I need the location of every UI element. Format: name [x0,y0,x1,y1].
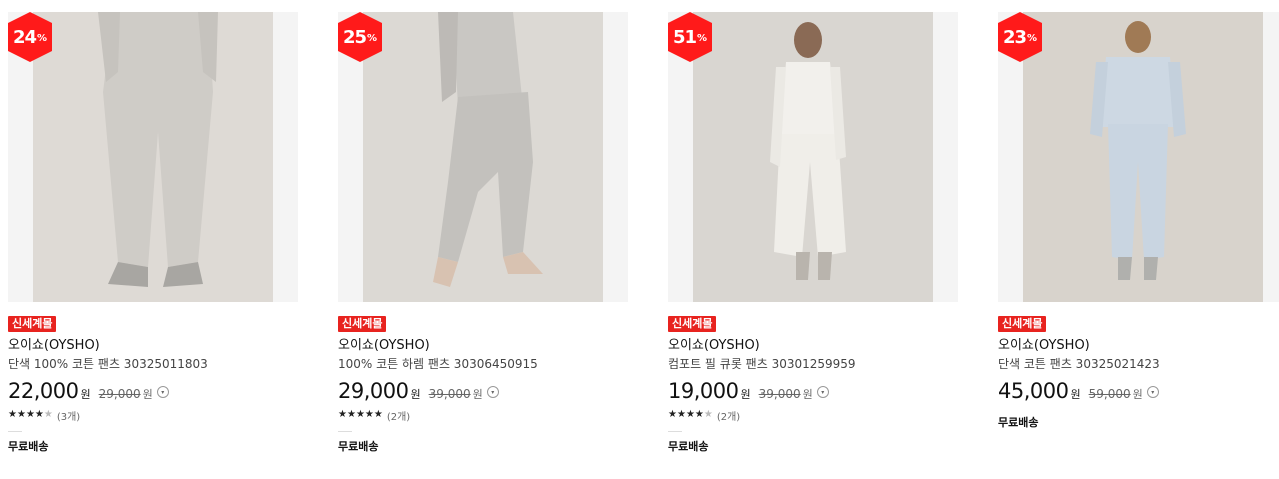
star-rating: ★ ★ ★ ★ ★ [338,410,383,420]
product-name[interactable]: 컴포트 필 큐롯 팬츠 30301259959 [668,357,958,372]
product-name[interactable]: 100% 코튼 하렘 팬츠 30306450915 [338,357,628,372]
original-price: 39,000 [758,387,801,401]
divider [8,431,22,432]
star-icon: ★ [346,409,356,420]
brand-name[interactable]: 오이쇼(OYSHO) [8,338,298,354]
store-tag: 신세계몰 [668,316,717,332]
product-card[interactable]: 23% 신세계몰 오이쇼(OYSHO) 단색 코튼 팬츠 30325021423… [998,12,1279,430]
price-info-icon[interactable]: ▾ [486,386,499,398]
star-icon: ★ [685,409,695,420]
currency-label: 원 [472,388,483,401]
product-image-link[interactable]: 23% [998,12,1279,302]
star-icon: ★ [25,409,35,420]
product-photo [338,12,628,302]
shipping-label: 무료배송 [668,440,709,453]
star-icon: ★ [16,409,26,420]
currency-label: 원 [1070,388,1081,401]
currency-label: 원 [410,388,421,401]
product-image-link[interactable]: 25% [338,12,628,302]
product-card[interactable]: 25% 신세계몰 오이쇼(OYSHO) 100% 코튼 하렘 팬츠 303064… [338,12,628,454]
sale-price: 22,000 [8,379,79,403]
review-count[interactable]: (2개) [717,408,740,423]
divider [668,431,682,432]
store-tag: 신세계몰 [998,316,1047,332]
star-icon: ★ [668,409,677,420]
shipping-label: 무료배송 [998,416,1039,429]
sale-price: 45,000 [998,379,1069,403]
product-photo [668,12,958,302]
star-icon: ★ [338,409,347,420]
star-icon: ★ [355,409,365,420]
star-empty-icon: ★ [703,409,713,420]
star-rating: ★ ★ ★ ★ ★ [668,410,713,420]
product-name[interactable]: 단색 100% 코튼 팬츠 30325011803 [8,357,298,372]
product-card[interactable]: 51% 신세계몰 오이쇼(OYSHO) 컴포트 필 큐롯 팬츠 30301259… [668,12,958,454]
original-price: 39,000 [428,387,471,401]
sale-price: 29,000 [338,379,409,403]
product-grid: 24% 신세계몰 오이쇼(OYSHO) 단색 100% 코튼 팬츠 303250… [0,0,1279,479]
store-tag: 신세계몰 [338,316,387,332]
divider [338,431,352,432]
brand-name[interactable]: 오이쇼(OYSHO) [338,338,628,354]
star-icon: ★ [34,409,44,420]
shipping-label: 무료배송 [8,440,49,453]
rating: ★ ★ ★ ★ ★ (2개) [668,408,958,423]
star-icon: ★ [8,409,17,420]
price-info-icon[interactable]: ▾ [156,386,169,398]
currency-label: 원 [80,388,91,401]
product-image-link[interactable]: 24% [8,12,298,302]
review-count[interactable]: (2개) [387,408,410,423]
store-tag: 신세계몰 [8,316,57,332]
sale-price: 19,000 [668,379,739,403]
product-card[interactable]: 24% 신세계몰 오이쇼(OYSHO) 단색 100% 코튼 팬츠 303250… [8,12,298,454]
currency-label: 원 [1132,388,1143,401]
product-name[interactable]: 단색 코튼 팬츠 30325021423 [998,357,1279,372]
brand-name[interactable]: 오이쇼(OYSHO) [668,338,958,354]
star-icon: ★ [694,409,704,420]
review-count[interactable]: (3개) [57,408,80,423]
original-price: 59,000 [1088,387,1131,401]
price-info-icon[interactable]: ▾ [1146,386,1159,398]
original-price: 29,000 [98,387,141,401]
price-info-icon[interactable]: ▾ [816,386,829,398]
star-icon: ★ [364,409,374,420]
star-icon: ★ [676,409,686,420]
product-image-link[interactable]: 51% [668,12,958,302]
star-icon: ★ [373,409,383,420]
rating: ★ ★ ★ ★ ★ (2개) [338,408,628,423]
brand-name[interactable]: 오이쇼(OYSHO) [998,338,1279,354]
product-photo [8,12,298,302]
currency-label: 원 [802,388,813,401]
product-photo [998,12,1279,302]
star-half-icon: ★ [43,409,53,420]
rating: ★ ★ ★ ★ ★ (3개) [8,408,298,423]
shipping-label: 무료배송 [338,440,379,453]
currency-label: 원 [740,388,751,401]
star-rating: ★ ★ ★ ★ ★ [8,410,53,420]
currency-label: 원 [142,388,153,401]
